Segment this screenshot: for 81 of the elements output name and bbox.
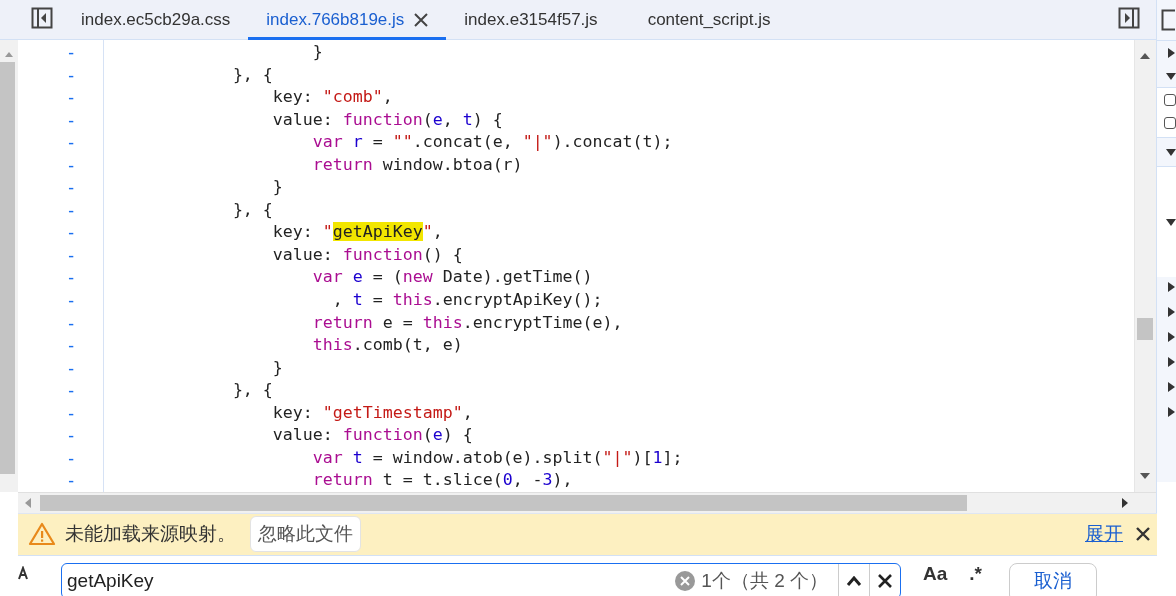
code-line: this.comb(t, e)	[311, 334, 463, 357]
code-line: value: function(e, t) {	[271, 108, 503, 131]
match-case-toggle[interactable]: Aa	[923, 563, 948, 585]
line-marker: -	[66, 42, 77, 62]
line-marker: -	[66, 447, 77, 468]
replace-toggle-icon[interactable]	[18, 566, 30, 580]
expand-arrow-icon[interactable]	[1166, 407, 1176, 417]
panel-icon[interactable]	[1161, 9, 1175, 31]
code-line: key: "getTimestamp",	[271, 401, 473, 424]
file-tab[interactable]: index.e3154f57.js	[446, 0, 616, 40]
close-icon[interactable]	[414, 12, 429, 27]
code-line: return t = t.slice(0, -3),	[311, 469, 573, 492]
collapse-arrow-icon[interactable]	[1166, 70, 1176, 81]
ignore-file-button[interactable]: 忽略此文件	[250, 516, 361, 553]
code-line: }	[271, 176, 283, 199]
code-line: var t = window.atob(e).split("|")[1];	[311, 446, 683, 469]
code-line: }	[311, 41, 323, 63]
collapse-arrow-icon[interactable]	[1166, 217, 1176, 227]
file-tab[interactable]: index.766b819e.js	[248, 0, 447, 40]
expand-link[interactable]: 展开	[1085, 521, 1123, 548]
line-marker: -	[66, 199, 77, 220]
code-line: key: "getApiKey",	[271, 221, 443, 244]
code-line: var r = "".concat(e, "|").concat(t);	[311, 131, 673, 154]
code-line: }, {	[231, 198, 273, 221]
line-marker: -	[66, 312, 77, 333]
expand-arrow-icon[interactable]	[1166, 332, 1176, 342]
file-tab[interactable]: content_script.js	[629, 0, 789, 40]
cancel-button[interactable]: 取消	[1009, 563, 1097, 596]
close-icon	[877, 573, 893, 589]
code-line: }, {	[231, 379, 273, 402]
line-marker: -	[66, 380, 77, 401]
sidebar-toggle-icon[interactable]	[1118, 6, 1140, 29]
code-line: , t = this.encryptApiKey();	[331, 289, 603, 311]
code-line: }	[271, 356, 283, 379]
search-field[interactable]: getApiKey 1个（共 2 个）	[61, 563, 901, 596]
line-marker: -	[66, 132, 77, 153]
line-marker: -	[66, 357, 77, 378]
checkbox[interactable]	[1164, 94, 1176, 106]
line-marker: -	[66, 222, 77, 243]
code-line: value: function(e) {	[271, 424, 473, 447]
file-tab[interactable]: index.ec5cb29a.css	[63, 0, 249, 40]
line-marker: -	[66, 335, 77, 356]
code-line: value: function() {	[271, 243, 463, 266]
warning-icon	[28, 522, 56, 547]
code-line: var e = (new Date).getTime()	[311, 266, 593, 289]
sidebar-toggle-icon[interactable]	[31, 6, 53, 29]
code-line: }, {	[231, 63, 273, 86]
line-marker: -	[66, 244, 77, 265]
match-count: 1个（共 2 个）	[701, 569, 828, 593]
close-icon[interactable]	[1135, 526, 1151, 543]
collapse-arrow-icon[interactable]	[1166, 147, 1176, 157]
line-marker: -	[66, 402, 77, 423]
line-marker: -	[66, 470, 77, 491]
line-marker: -	[66, 154, 77, 175]
scroll-up-icon[interactable]	[1139, 52, 1151, 60]
scroll-right-icon[interactable]	[1121, 496, 1129, 509]
line-marker: -	[66, 267, 77, 288]
line-marker: -	[66, 177, 77, 198]
clear-icon[interactable]	[675, 571, 696, 591]
scroll-down-icon[interactable]	[1139, 471, 1151, 480]
expand-arrow-icon[interactable]	[1166, 357, 1176, 367]
search-input[interactable]: getApiKey	[62, 570, 676, 592]
scrollbar-thumb[interactable]	[40, 494, 967, 511]
line-marker: -	[66, 87, 77, 108]
caret-up-icon	[846, 576, 862, 586]
line-marker: -	[66, 290, 77, 310]
expand-arrow-icon[interactable]	[1166, 282, 1176, 292]
line-marker: -	[66, 425, 77, 446]
regex-toggle[interactable]: .*	[969, 563, 982, 585]
expand-arrow-icon[interactable]	[1166, 307, 1176, 317]
line-marker: -	[66, 109, 77, 130]
checkbox[interactable]	[1164, 117, 1176, 129]
expand-arrow-icon[interactable]	[1166, 382, 1176, 392]
code-line: key: "comb",	[271, 86, 393, 109]
scrollbar-thumb[interactable]	[0, 62, 15, 474]
expand-arrow-icon[interactable]	[1166, 47, 1176, 58]
line-marker: -	[66, 64, 77, 85]
warning-message: 未能加载来源映射。	[65, 522, 236, 547]
code-line: return e = this.encryptTime(e),	[311, 311, 623, 334]
scrollbar-thumb[interactable]	[1137, 318, 1153, 340]
code-line: return window.btoa(r)	[311, 153, 523, 176]
